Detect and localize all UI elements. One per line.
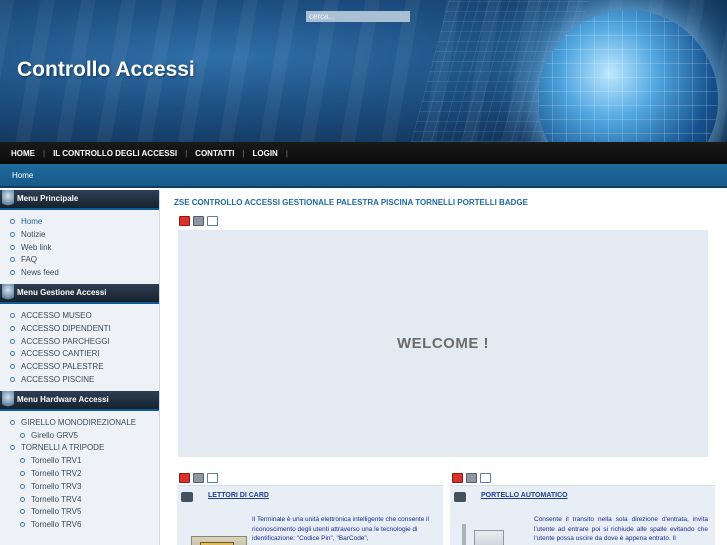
menu-item-accesso-museo[interactable]: ACCESSO MUSEO xyxy=(0,310,159,323)
bullet-icon xyxy=(20,470,25,476)
bullet-icon xyxy=(20,509,25,515)
pdf-icon[interactable] xyxy=(179,216,190,226)
bullet-icon xyxy=(10,244,15,250)
article-tools xyxy=(179,216,218,226)
bullet-icon xyxy=(10,270,15,276)
article-tools xyxy=(179,473,218,483)
menu-item-accesso-cantieri[interactable]: ACCESSO CANTIERI xyxy=(0,348,159,361)
bullet-icon xyxy=(10,312,15,318)
menu-item-accesso-piscine[interactable]: ACCESSO PISCINE xyxy=(0,374,159,387)
bullet-icon xyxy=(20,522,25,528)
card-portello-automatico: PORTELLO AUTOMATICO Consente il transito… xyxy=(450,485,715,545)
bullet-icon xyxy=(20,432,25,438)
bullet-icon xyxy=(10,419,15,425)
email-icon[interactable] xyxy=(207,473,218,483)
print-icon[interactable] xyxy=(193,473,204,483)
menu-item-accesso-palestre[interactable]: ACCESSO PALESTRE xyxy=(0,361,159,374)
bullet-icon xyxy=(20,496,25,502)
nav-separator: | xyxy=(43,148,46,158)
bullet-icon xyxy=(10,325,15,331)
breadcrumb-home[interactable]: Home xyxy=(12,171,33,180)
card-title-link[interactable]: LETTORI DI CARD xyxy=(208,492,269,499)
card-text: Consente il transito nella sola direzion… xyxy=(534,516,708,542)
email-icon[interactable] xyxy=(207,216,218,226)
card-lettori-di-card: LETTORI DI CARD Il Terminale è una unità… xyxy=(177,485,443,545)
menu-hardware-list: GIRELLO MONODIREZIONALE Girello GRV5 TOR… xyxy=(0,411,159,536)
menu-principale-header: Menu Principale xyxy=(0,190,159,210)
main-content: ZSE CONTROLLO ACCESSI GESTIONALE PALESTR… xyxy=(170,190,727,545)
bullet-icon xyxy=(10,351,15,357)
menu-item-news-feed[interactable]: News feed xyxy=(0,267,159,280)
menu-tag-icon xyxy=(2,390,14,411)
menu-item-girello-monodirezionale[interactable]: GIRELLO MONODIREZIONALE xyxy=(0,417,159,430)
breadcrumb: Home xyxy=(0,164,727,188)
header-banner: Controllo Accessi xyxy=(0,0,727,142)
welcome-box: WELCOME ! xyxy=(178,230,708,457)
menu-item-tornello-trv6[interactable]: Tornello TRV6 xyxy=(0,519,159,532)
menu-item-notizie[interactable]: Notizie xyxy=(0,229,159,242)
gate-image xyxy=(462,524,512,545)
pdf-icon[interactable] xyxy=(452,473,463,483)
article-tools xyxy=(452,473,491,483)
nav-home[interactable]: HOME xyxy=(11,149,35,158)
menu-title: Menu Principale xyxy=(17,194,79,203)
pdf-icon[interactable] xyxy=(179,473,190,483)
menu-item-girello-grv5[interactable]: Girello GRV5 xyxy=(0,430,159,443)
page-title[interactable]: ZSE CONTROLLO ACCESSI GESTIONALE PALESTR… xyxy=(174,198,528,207)
menu-hardware-header: Menu Hardware Accessi xyxy=(0,390,159,411)
bullet-icon xyxy=(20,483,25,489)
bullet-icon xyxy=(10,231,15,237)
bullet-icon xyxy=(10,376,15,382)
article-icon xyxy=(181,492,193,502)
bullet-icon xyxy=(10,445,15,451)
bullet-icon xyxy=(10,338,15,344)
email-icon[interactable] xyxy=(480,473,491,483)
card-title-link[interactable]: PORTELLO AUTOMATICO xyxy=(481,492,568,499)
menu-item-accesso-parcheggi[interactable]: ACCESSO PARCHEGGI xyxy=(0,336,159,349)
bullet-icon xyxy=(20,458,25,464)
menu-item-web-link[interactable]: Web link xyxy=(0,242,159,255)
menu-item-tornello-trv2[interactable]: Tornello TRV2 xyxy=(0,468,159,481)
bullet-icon xyxy=(10,364,15,370)
nav-separator: | xyxy=(285,148,288,158)
nav-separator: | xyxy=(185,148,188,158)
print-icon[interactable] xyxy=(466,473,477,483)
menu-gestione-list: ACCESSO MUSEO ACCESSO DIPENDENTI ACCESSO… xyxy=(0,304,159,391)
nav-contatti[interactable]: CONTATTI xyxy=(195,149,234,158)
menu-tag-icon xyxy=(2,190,14,210)
menu-principale-list: Home Notizie Web link FAQ News feed xyxy=(0,210,159,284)
menu-item-tornello-trv3[interactable]: Tornello TRV3 xyxy=(0,481,159,494)
bullet-icon xyxy=(10,257,15,263)
menu-item-tornelli-a-tripode[interactable]: TORNELLI A TRIPODE xyxy=(0,442,159,455)
search-input[interactable] xyxy=(306,11,410,22)
article-icon xyxy=(454,492,466,502)
menu-title: Menu Hardware Accessi xyxy=(17,394,109,404)
menu-item-tornello-trv5[interactable]: Tornello TRV5 xyxy=(0,506,159,519)
nav-separator: | xyxy=(242,148,245,158)
card-text: Il Terminale è una unità elettronica int… xyxy=(252,516,429,542)
menu-tag-icon xyxy=(2,283,14,304)
menu-item-tornello-trv4[interactable]: Tornello TRV4 xyxy=(0,494,159,507)
site-title: Controllo Accessi xyxy=(17,58,195,81)
main-nav: HOME | IL CONTROLLO DEGLI ACCESSI | CONT… xyxy=(0,142,727,164)
menu-item-home[interactable]: Home xyxy=(0,216,159,229)
sidebar: Menu Principale Home Notizie Web link FA… xyxy=(0,190,160,545)
menu-item-tornello-trv1[interactable]: Tornello TRV1 xyxy=(0,455,159,468)
welcome-text: WELCOME ! xyxy=(397,335,489,352)
nav-controllo-accessi[interactable]: IL CONTROLLO DEGLI ACCESSI xyxy=(53,149,177,158)
bullet-icon xyxy=(10,219,15,224)
menu-item-accesso-dipendenti[interactable]: ACCESSO DIPENDENTI xyxy=(0,323,159,336)
terminal-image xyxy=(191,536,247,545)
print-icon[interactable] xyxy=(193,216,204,226)
nav-login[interactable]: LOGIN xyxy=(253,149,278,158)
menu-gestione-header: Menu Gestione Accessi xyxy=(0,283,159,304)
menu-title: Menu Gestione Accessi xyxy=(17,287,107,297)
menu-item-faq[interactable]: FAQ xyxy=(0,254,159,267)
